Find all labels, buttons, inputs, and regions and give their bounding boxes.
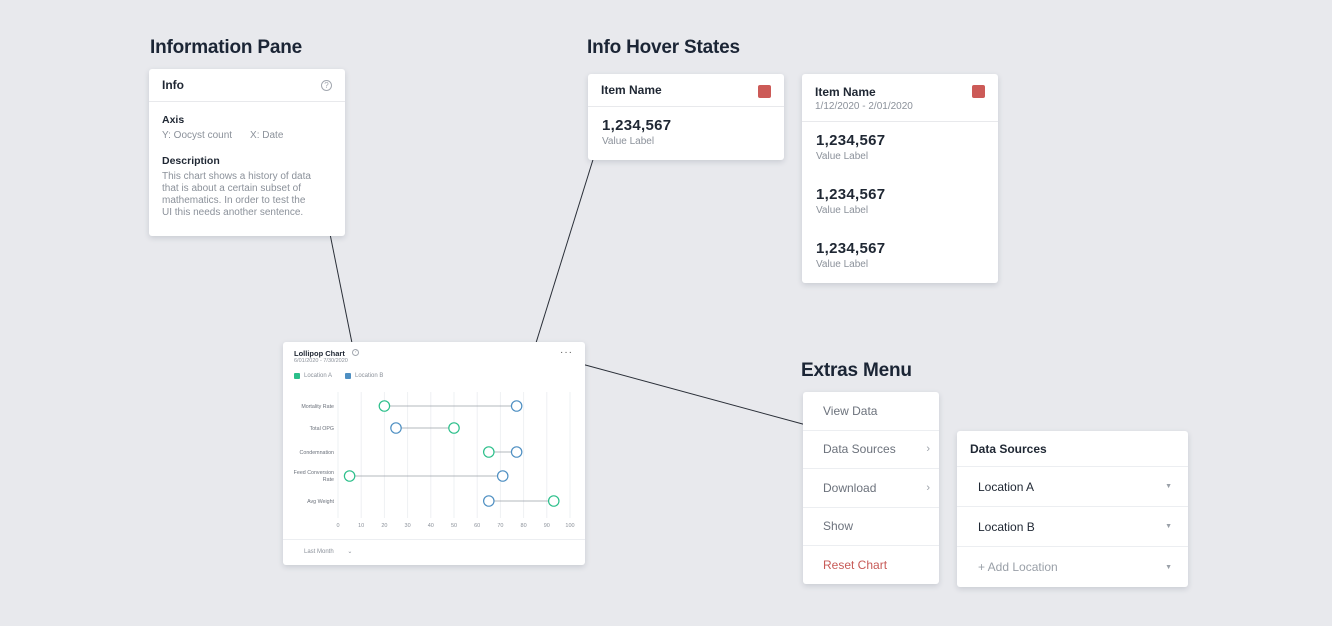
menu-item-show[interactable]: Show (803, 508, 939, 546)
menu-item-label: Reset Chart (823, 558, 888, 573)
item-name: Item Name (601, 83, 662, 97)
hover-card-small: Item Name 1,234,567 Value Label (588, 74, 784, 160)
question-circle-icon[interactable]: ? (321, 79, 332, 91)
caret-down-icon[interactable]: ▼ (1165, 523, 1172, 530)
caret-down-icon[interactable]: ▼ (1165, 564, 1172, 571)
axis-heading: Axis (162, 114, 185, 126)
data-source-row-location-b[interactable]: Location B ▼ (957, 507, 1188, 547)
lollipop-chart-plot: 0 10 20 30 40 50 60 70 80 90 100 Mortality Rate Tota… (294, 392, 575, 529)
hover-value-label: Value Label (602, 136, 655, 147)
data-sources-panel: Data Sources Location A ▼ Location B ▼ +… (957, 431, 1188, 587)
hover-states-title: Info Hover States (587, 37, 740, 58)
extras-menu: View Data Data Sources › Download › Show… (803, 392, 939, 584)
x-tick-label: 90 (544, 523, 550, 529)
description-heading: Description (162, 155, 220, 167)
x-tick-label: 20 (381, 523, 387, 529)
hover-value-label: Value Label (816, 151, 869, 162)
info-title: Info (162, 78, 184, 92)
menu-item-label: Data Sources (823, 442, 896, 457)
hover-value-label: Value Label (816, 205, 869, 216)
date-range: 1/12/2020 - 2/01/2020 (815, 101, 913, 112)
hover-value: 1,234,567 (816, 186, 886, 203)
x-tick-label: 30 (405, 523, 411, 529)
color-swatch (758, 85, 771, 98)
menu-item-view-data[interactable]: View Data (803, 392, 939, 431)
caret-down-icon[interactable]: ▼ (1165, 483, 1172, 490)
y-category-label: Feed Conversion (294, 470, 334, 476)
extras-menu-title: Extras Menu (801, 360, 912, 381)
lollipop-point-location-b (510, 446, 523, 458)
hover-card-large: Item Name 1/12/2020 - 2/01/2020 1,234,56… (802, 74, 998, 283)
lollipop-point-location-b (483, 495, 495, 507)
description-line: mathematics. In order to test the (162, 195, 306, 206)
lollipop-point-location-b (496, 470, 509, 482)
info-pane-card: Info ? Axis Y: Oocyst count X: Date Desc… (149, 69, 345, 236)
x-tick-label: 10 (358, 523, 364, 529)
chart-footer-divider (283, 539, 585, 540)
hover-value-label: Value Label (816, 259, 869, 270)
hover-value: 1,234,567 (816, 132, 886, 149)
lollipop-point-location-a (483, 446, 495, 458)
time-filter-label: Last Month (304, 549, 334, 555)
hover-value-block: 1,234,567 Value Label (816, 132, 984, 186)
connector-menu (577, 362, 811, 427)
axis-x-label: X: Date (250, 130, 284, 141)
hover-value: 1,234,567 (816, 240, 886, 257)
menu-item-reset-chart[interactable]: Reset Chart (803, 546, 939, 585)
item-name: Item Name (815, 85, 876, 99)
y-category-label: Rate (323, 477, 334, 483)
menu-item-label: Show (823, 519, 854, 534)
menu-item-label: Download (823, 480, 877, 495)
data-sources-title: Data Sources (957, 431, 1188, 467)
hover-value: 1,234,567 (602, 117, 672, 134)
x-tick-label: 70 (497, 523, 503, 529)
lollipop-point-location-a (448, 422, 460, 434)
color-swatch (972, 85, 985, 98)
time-filter-dropdown[interactable]: Last Month ⌄ (304, 548, 352, 555)
y-category-label: Total OPG (310, 426, 334, 432)
description-text: This chart shows a history of data that … (162, 171, 332, 219)
menu-item-label: View Data (823, 403, 878, 418)
lollipop-point-location-b (390, 422, 402, 434)
description-line: UI this needs another sentence. (162, 207, 304, 218)
axis-y-label: Y: Oocyst count (162, 130, 233, 141)
x-tick-label: 80 (521, 523, 527, 529)
add-location-row[interactable]: + Add Location ▼ (957, 547, 1188, 587)
data-source-row-location-a[interactable]: Location A ▼ (957, 467, 1188, 507)
lollipop-point-location-a (378, 400, 391, 412)
info-header: Info ? (149, 69, 345, 102)
x-tick-label: 40 (428, 523, 434, 529)
data-source-label: Location B (978, 519, 1035, 534)
x-tick-label: 50 (451, 523, 457, 529)
lollipop-point-location-a (547, 495, 560, 507)
y-category-label: Avg Weight (307, 499, 334, 505)
x-tick-label: 100 (565, 523, 574, 529)
hover-card-header: Item Name 1/12/2020 - 2/01/2020 (802, 74, 998, 122)
y-category-label: Mortality Rate (301, 404, 334, 410)
lollipop-point-location-b (510, 400, 523, 412)
lollipop-chart-card: Lollipop Chart ? 6/01/2020 - 7/30/2020 ·… (283, 342, 585, 565)
hover-value-block: 1,234,567 Value Label (816, 240, 984, 270)
menu-item-download[interactable]: Download › (803, 469, 939, 508)
hover-card-header: Item Name (588, 74, 784, 107)
menu-item-data-sources[interactable]: Data Sources › (803, 431, 939, 469)
x-tick-label: 60 (474, 523, 480, 529)
description-line: that is about a certain subset of (162, 183, 301, 194)
chevron-right-icon: › (926, 443, 930, 456)
x-tick-label: 0 (336, 523, 339, 529)
description-line: This chart shows a history of data (162, 171, 311, 182)
lollipop-point-location-a (343, 470, 356, 482)
y-category-label: Condemnation (300, 450, 335, 456)
connector-info (327, 223, 354, 349)
chevron-down-icon: ⌄ (347, 549, 353, 555)
chevron-right-icon: › (926, 481, 930, 494)
hover-value-block: 1,234,567 Value Label (816, 186, 984, 240)
add-location-label: + Add Location (978, 560, 1058, 574)
information-pane-title: Information Pane (150, 37, 302, 58)
data-source-label: Location A (978, 479, 1035, 494)
